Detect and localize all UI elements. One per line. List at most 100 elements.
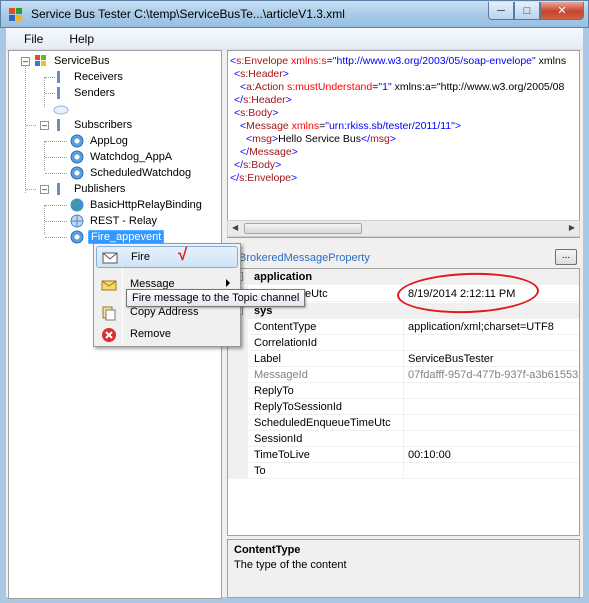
property-row[interactable]: ContentType application/xml;charset=UTF8: [228, 319, 579, 336]
menu-item-fire[interactable]: Fire: [96, 246, 238, 268]
copy-icon: [101, 305, 117, 321]
tree-line: [25, 65, 26, 193]
category-name: application: [254, 271, 313, 283]
property-value[interactable]: 00:10:00: [405, 449, 451, 464]
description-text: The type of the content: [234, 559, 347, 571]
tree-line: [26, 125, 36, 126]
scroll-right-icon[interactable]: ▶: [569, 223, 575, 232]
xml-line: </s:Envelope>: [230, 172, 298, 184]
tree-node-publisher[interactable]: BasicHttpRelayBinding: [69, 197, 204, 213]
xml-line: <s:Envelope xmlns:s="http://www.w3.org/2…: [230, 55, 567, 67]
tree-label: Subscribers: [74, 119, 133, 131]
tree-line: [44, 141, 45, 171]
tree-node-subscriber[interactable]: AppLog: [69, 133, 130, 149]
xml-line: </s:Body>: [234, 159, 282, 171]
pane-splitter[interactable]: [227, 238, 580, 248]
property-grid-title[interactable]: BrokeredMessageProperty: [239, 252, 370, 264]
folder-icon: [53, 181, 69, 197]
tree-line: [26, 189, 36, 190]
property-grid-header: BrokeredMessageProperty ...: [227, 248, 580, 268]
property-value[interactable]: [405, 337, 408, 352]
tree-label: AppLog: [90, 135, 128, 147]
property-name: ReplyToSessionId: [254, 401, 343, 413]
tree-label: Fire_appevent: [88, 230, 165, 244]
tree-expander-publishers[interactable]: –: [40, 185, 49, 194]
tree-node-subscriber[interactable]: Watchdog_AppA: [69, 149, 174, 165]
xml-line: </Message>: [240, 146, 298, 158]
property-value[interactable]: [405, 385, 408, 400]
property-grid[interactable]: – application eduledTimeUtc 8/19/2014 2:…: [227, 268, 580, 536]
tree-node-subscribers[interactable]: Subscribers: [53, 117, 134, 133]
property-row[interactable]: ScheduledEnqueueTimeUtc: [228, 415, 579, 432]
property-name: ScheduledEnqueueTimeUtc: [254, 417, 391, 429]
tree-node-servicebus[interactable]: ServiceBus: [33, 53, 112, 69]
tree-label: Receivers: [74, 71, 123, 83]
tree-label: ScheduledWatchdog: [90, 167, 192, 179]
property-value[interactable]: [405, 401, 408, 416]
tree-line: [45, 141, 67, 142]
globe-icon: [69, 197, 85, 213]
title-bar[interactable]: Service Bus Tester C:\temp\ServiceBusTe.…: [0, 0, 589, 28]
tree-expander-subscribers[interactable]: –: [40, 121, 49, 130]
cloud-icon: [53, 101, 69, 117]
close-button[interactable]: ✕: [540, 2, 584, 20]
gear-icon: [69, 165, 85, 181]
tree-label: REST - Relay: [90, 215, 158, 227]
tree-line: [45, 205, 67, 206]
maximize-button[interactable]: □: [514, 2, 540, 20]
envelope-icon: [102, 250, 118, 266]
tree-label: BasicHttpRelayBinding: [90, 199, 202, 211]
window-border-right: [583, 28, 589, 603]
property-row[interactable]: To: [228, 463, 579, 480]
property-name: ContentType: [254, 321, 317, 333]
property-value[interactable]: application/xml;charset=UTF8: [405, 321, 554, 336]
tree-node-publisher[interactable]: REST - Relay: [69, 213, 159, 229]
scrollbar-thumb[interactable]: [244, 223, 362, 234]
property-name: CorrelationId: [254, 337, 317, 349]
xml-message-editor[interactable]: <s:Envelope xmlns:s="http://www.w3.org/2…: [227, 50, 580, 238]
tree-expander-servicebus[interactable]: –: [21, 57, 30, 66]
property-row[interactable]: SessionId: [228, 431, 579, 448]
property-value[interactable]: [405, 465, 408, 480]
property-row[interactable]: ReplyToSessionId: [228, 399, 579, 416]
menu-item-remove[interactable]: Remove: [96, 324, 238, 346]
tree-label: ServiceBus: [54, 55, 110, 67]
property-value[interactable]: ServiceBusTester: [405, 353, 494, 368]
property-value[interactable]: [405, 433, 408, 448]
minimize-button[interactable]: ─: [488, 2, 514, 20]
xml-line: <Message xmlns="urn:rkiss.sb/tester/2011…: [240, 120, 461, 132]
envelope-yellow-icon: [101, 277, 117, 293]
property-row[interactable]: MessageId 07fdafff-957d-477b-937f-a3b6155…: [228, 367, 580, 383]
tree-node-subscriber[interactable]: ScheduledWatchdog: [69, 165, 193, 181]
property-name: MessageId: [254, 369, 308, 381]
property-row[interactable]: ReplyTo: [228, 383, 579, 400]
globe-network-icon: [69, 213, 85, 229]
description-title: ContentType: [234, 544, 301, 556]
tree-label: Watchdog_AppA: [90, 151, 173, 163]
submenu-arrow-icon: [226, 279, 230, 287]
xml-horizontal-scrollbar[interactable]: ◀ ▶: [227, 220, 580, 237]
property-row[interactable]: CorrelationId: [228, 335, 579, 352]
window-title: Service Bus Tester C:\temp\ServiceBusTe.…: [31, 7, 345, 21]
annotation-check-mark: √: [178, 245, 188, 264]
browse-button[interactable]: ...: [555, 249, 577, 265]
tree-node-publishers[interactable]: Publishers: [53, 181, 127, 197]
folder-icon: [53, 85, 69, 101]
menu-file[interactable]: File: [6, 32, 55, 46]
windows-logo-icon: [33, 53, 49, 69]
property-description: ContentType The type of the content: [227, 539, 580, 598]
tree-node-senders[interactable]: Senders: [53, 85, 117, 101]
menu-item-label: Copy Address: [130, 306, 199, 318]
menu-help[interactable]: Help: [55, 32, 106, 46]
property-name: Label: [254, 353, 281, 365]
menu-bar: File Help: [6, 28, 583, 50]
scroll-left-icon[interactable]: ◀: [232, 223, 238, 232]
property-row[interactable]: Label ServiceBusTester: [228, 351, 579, 368]
tree-line: [45, 173, 67, 174]
property-row[interactable]: TimeToLive 00:10:00: [228, 447, 579, 464]
property-value[interactable]: [405, 417, 408, 432]
tree-node-receivers[interactable]: Receivers: [53, 69, 125, 85]
tree-node-cloud[interactable]: [53, 101, 72, 117]
property-value: 07fdafff-957d-477b-937f-a3b6155353: [408, 369, 580, 381]
folder-icon: [53, 117, 69, 133]
